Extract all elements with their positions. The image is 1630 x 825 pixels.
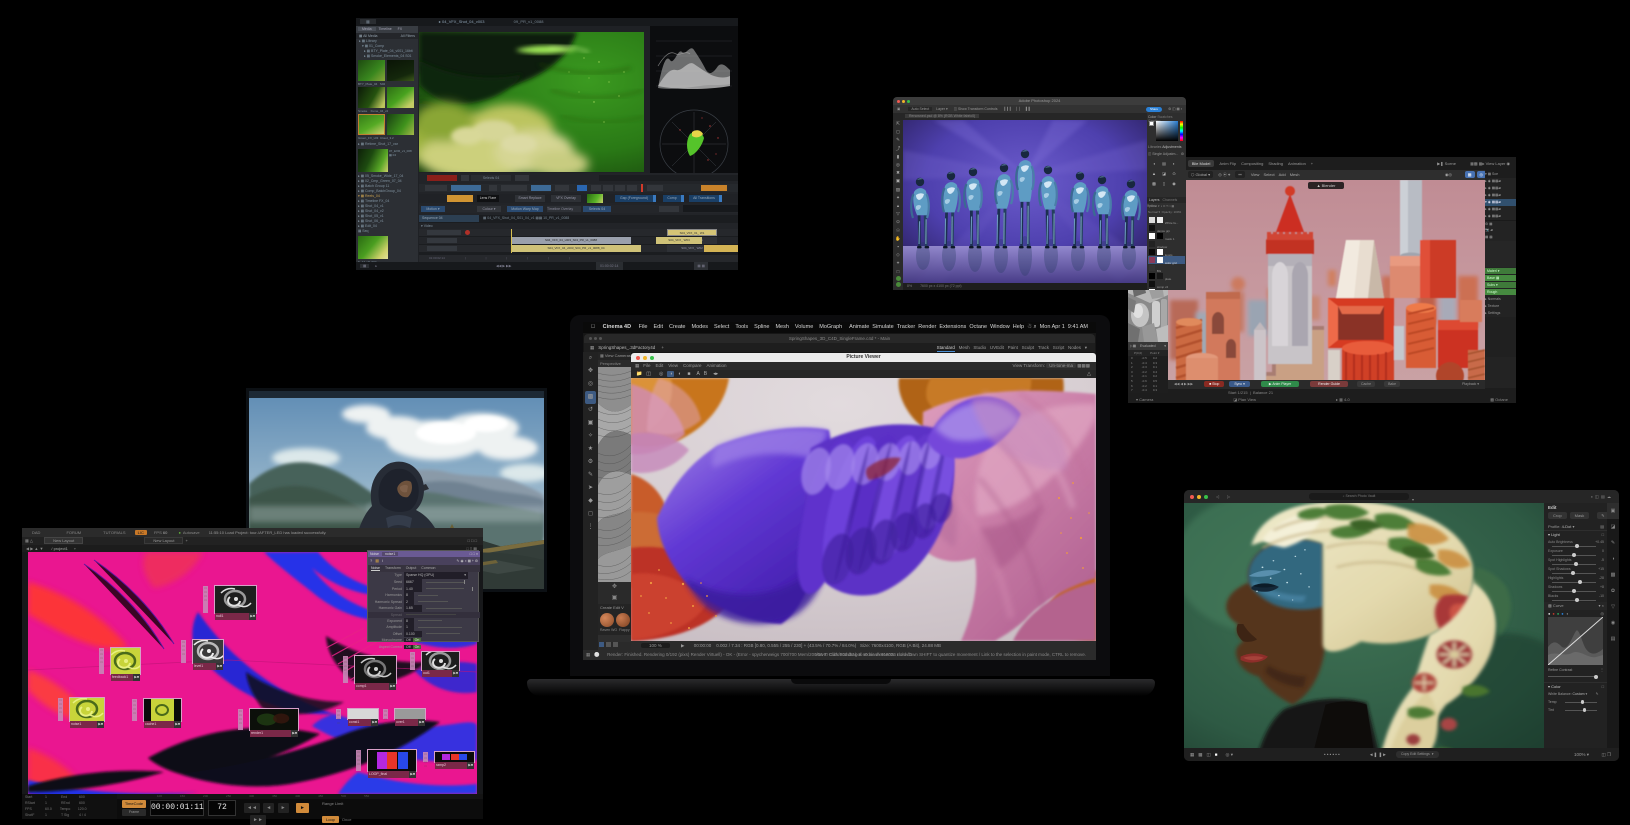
svg-text:▲ Blender: ▲ Blender xyxy=(1317,183,1337,188)
